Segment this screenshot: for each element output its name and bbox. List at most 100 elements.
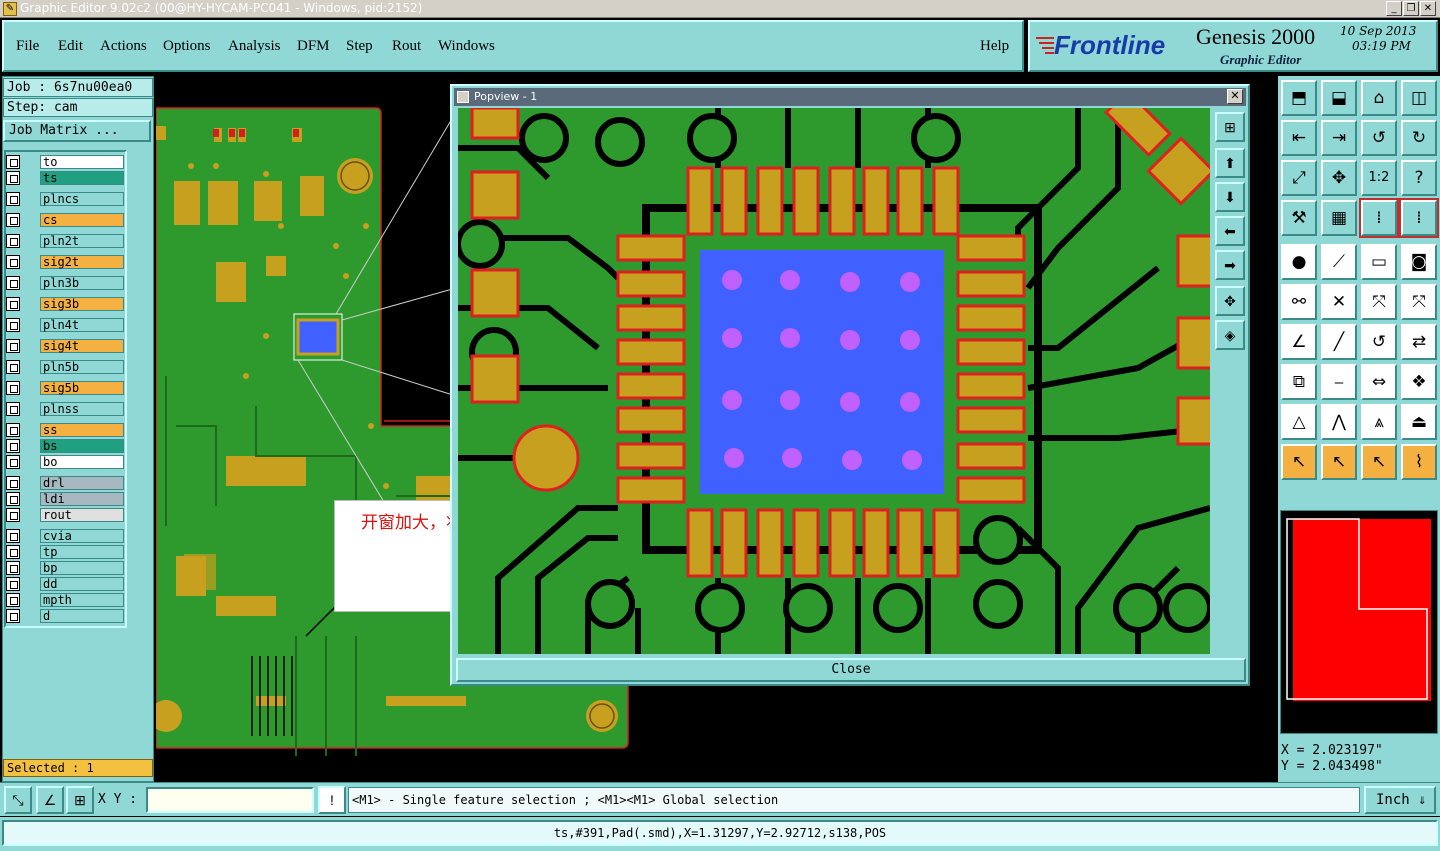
menu-step[interactable]: Step bbox=[346, 38, 373, 55]
layer-checkbox[interactable] bbox=[6, 545, 20, 559]
layer-row[interactable]: plncs bbox=[6, 192, 124, 206]
layer-name[interactable]: bp bbox=[40, 561, 124, 575]
route-icon[interactable]: ⌇ bbox=[1401, 444, 1437, 480]
layer-checkbox[interactable] bbox=[6, 577, 20, 591]
snap-left-icon[interactable]: ⇤ bbox=[1281, 120, 1317, 156]
menu-actions[interactable]: Actions bbox=[100, 38, 147, 55]
undo-icon[interactable]: ↺ bbox=[1361, 120, 1397, 156]
popview-zoom-fit-icon[interactable]: ✥ bbox=[1215, 286, 1245, 316]
popview-pan-up-icon[interactable]: ⬆ bbox=[1215, 148, 1245, 178]
layer-name[interactable]: pln3b bbox=[40, 276, 124, 290]
layer-checkbox[interactable] bbox=[6, 276, 20, 290]
layer-name[interactable]: sig2t bbox=[40, 255, 124, 269]
layer-row[interactable]: sig5b bbox=[6, 381, 124, 395]
layer-row[interactable]: pln2t bbox=[6, 234, 124, 248]
layer-name[interactable]: to bbox=[40, 155, 124, 169]
layer-name[interactable]: pln2t bbox=[40, 234, 124, 248]
menu-options[interactable]: Options bbox=[163, 38, 211, 55]
layer-checkbox[interactable] bbox=[6, 439, 20, 453]
layer-name[interactable]: ldi bbox=[40, 492, 124, 506]
layer-row[interactable]: bp bbox=[6, 561, 124, 575]
layer-row[interactable]: tp bbox=[6, 545, 124, 559]
snap-top-icon[interactable]: ⬒ bbox=[1281, 80, 1317, 116]
layer-name[interactable]: sig4t bbox=[40, 339, 124, 353]
copy-icon[interactable]: ⧉ bbox=[1281, 364, 1317, 400]
polygon-4-icon[interactable]: ⏏ bbox=[1401, 404, 1437, 440]
layer-row[interactable]: ldi bbox=[6, 492, 124, 506]
layer-checkbox[interactable] bbox=[6, 234, 20, 248]
layer-name[interactable]: cvia bbox=[40, 529, 124, 543]
layer-checkbox[interactable] bbox=[6, 508, 20, 522]
layer-name[interactable]: plnss bbox=[40, 402, 124, 416]
layer-name[interactable]: dd bbox=[40, 577, 124, 591]
layer-checkbox[interactable] bbox=[6, 213, 20, 227]
layer-view-icon[interactable]: ⁞ bbox=[1359, 198, 1399, 238]
angle-icon[interactable]: ∠ bbox=[1281, 324, 1317, 360]
layer-checkbox[interactable] bbox=[6, 476, 20, 490]
pointer-icon[interactable]: ↖ bbox=[1281, 444, 1317, 480]
add-line-icon[interactable]: ⟋ bbox=[1321, 244, 1357, 280]
popview-close-icon[interactable]: ✕ bbox=[1227, 89, 1243, 104]
menu-rout[interactable]: Rout bbox=[392, 38, 421, 55]
pointer-3-icon[interactable]: ↖ bbox=[1361, 444, 1397, 480]
zoom-center-icon[interactable]: ✥ bbox=[1321, 160, 1357, 196]
help-icon[interactable]: ? bbox=[1401, 160, 1437, 196]
polygon-2-icon[interactable]: ⋀ bbox=[1321, 404, 1357, 440]
popview-zoom-in-icon[interactable]: ⊞ bbox=[1215, 112, 1245, 142]
grid-snap-icon[interactable]: ⊞ bbox=[66, 786, 94, 814]
layer-name[interactable]: drl bbox=[40, 476, 124, 490]
layer-name[interactable]: pln5b bbox=[40, 360, 124, 374]
layer-checkbox[interactable] bbox=[6, 529, 20, 543]
layer-checkbox[interactable] bbox=[6, 192, 20, 206]
layer-row[interactable]: dd bbox=[6, 577, 124, 591]
redo-icon[interactable]: ↻ bbox=[1401, 120, 1437, 156]
layer-checkbox[interactable] bbox=[6, 171, 20, 185]
layer-name[interactable]: pln4t bbox=[40, 318, 124, 332]
layer-checkbox[interactable] bbox=[6, 593, 20, 607]
arc-icon[interactable]: ↺ bbox=[1361, 324, 1397, 360]
polygon-3-icon[interactable]: ⩓ bbox=[1361, 404, 1397, 440]
layer-checkbox[interactable] bbox=[6, 339, 20, 353]
split-view-icon[interactable]: ◫ bbox=[1401, 80, 1437, 116]
menu-help[interactable]: Help bbox=[980, 38, 1009, 55]
job-matrix-button[interactable]: Job Matrix ... bbox=[3, 120, 151, 142]
layer-row[interactable]: ss bbox=[6, 423, 124, 437]
layer-checkbox[interactable] bbox=[6, 402, 20, 416]
snap-bottom-icon[interactable]: ⬓ bbox=[1321, 80, 1357, 116]
snap-right-icon[interactable]: ⇥ bbox=[1321, 120, 1357, 156]
layer-row[interactable]: to bbox=[6, 155, 124, 169]
popview-pan-left-icon[interactable]: ⬅ bbox=[1215, 216, 1245, 246]
polygon-icon[interactable]: △ bbox=[1281, 404, 1317, 440]
layer-checkbox[interactable] bbox=[6, 492, 20, 506]
menu-analysis[interactable]: Analysis bbox=[228, 38, 281, 55]
scale-icon[interactable]: 1:2 bbox=[1361, 160, 1397, 196]
layer-view-2-icon[interactable]: ⁞ bbox=[1399, 198, 1439, 238]
layer-name[interactable]: sig5b bbox=[40, 381, 124, 395]
layer-row[interactable]: ts bbox=[6, 171, 124, 185]
cross-icon[interactable]: ✕ bbox=[1321, 284, 1357, 320]
layer-name[interactable]: bs bbox=[40, 439, 124, 453]
layer-checkbox[interactable] bbox=[6, 609, 20, 623]
layer-name[interactable]: cs bbox=[40, 213, 124, 227]
resize-icon[interactable]: ⇔ bbox=[1361, 364, 1397, 400]
layer-row[interactable]: cvia bbox=[6, 529, 124, 543]
popview-canvas[interactable] bbox=[458, 108, 1210, 654]
layer-row[interactable]: mpth bbox=[6, 593, 124, 607]
popview-pan-down-icon[interactable]: ⬇ bbox=[1215, 182, 1245, 212]
menu-edit[interactable]: Edit bbox=[58, 38, 83, 55]
layer-row[interactable]: sig3b bbox=[6, 297, 124, 311]
measure-icon[interactable]: ∠ bbox=[36, 786, 64, 814]
layer-row[interactable]: cs bbox=[6, 213, 124, 227]
menu-dfm[interactable]: DFM bbox=[297, 38, 330, 55]
layer-row[interactable]: d bbox=[6, 609, 124, 623]
add-pad-icon[interactable]: ● bbox=[1281, 244, 1317, 280]
layer-name[interactable]: tp bbox=[40, 545, 124, 559]
layer-name[interactable]: bo bbox=[40, 455, 124, 469]
layer-row[interactable]: bs bbox=[6, 439, 124, 453]
popview-close-button[interactable]: Close bbox=[456, 658, 1246, 682]
layer-name[interactable]: ts bbox=[40, 171, 124, 185]
layer-row[interactable]: pln3b bbox=[6, 276, 124, 290]
layer-name[interactable]: plncs bbox=[40, 192, 124, 206]
layer-row[interactable]: sig4t bbox=[6, 339, 124, 353]
layer-checkbox[interactable] bbox=[6, 318, 20, 332]
